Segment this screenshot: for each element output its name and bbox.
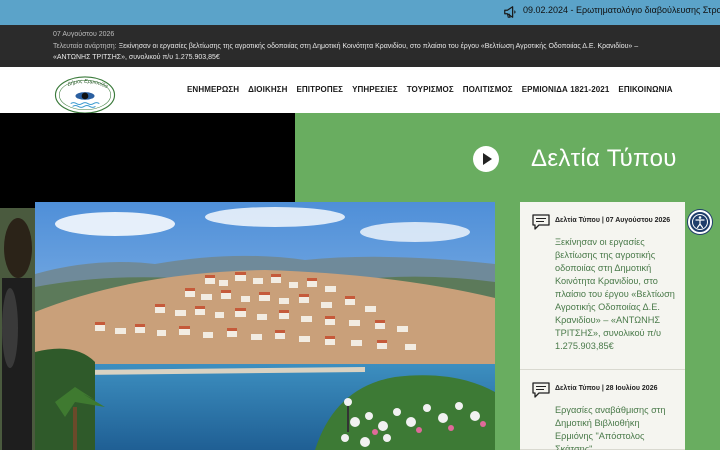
accessibility-icon — [692, 214, 708, 230]
announcement-bar: 09.02.2024 - Ερωτηματολόγιο διαβούλευσης… — [0, 0, 720, 25]
nav-item-dioikisi[interactable]: ΔΙΟΙΚΗΣΗ — [248, 85, 287, 94]
ticker-line: Τελευταία ανάρτηση: Ξεκίνησαν οι εργασίε… — [53, 41, 663, 63]
nav-item-politismos[interactable]: ΠΟΛΙΤΙΣΜΟΣ — [463, 85, 513, 94]
nav-item-tourismos[interactable]: ΤΟΥΡΙΣΜΟΣ — [407, 85, 454, 94]
hero-video-area — [0, 113, 295, 208]
play-icon — [483, 153, 492, 165]
nav-item-epikoinonia[interactable]: ΕΠΙΚΟΙΝΩΝΙΑ — [618, 85, 672, 94]
megaphone-icon — [504, 6, 516, 18]
card-meta: Δελτία Τύπου | 28 Ιουλίου 2026 — [555, 385, 658, 392]
hero-side-image — [0, 208, 35, 450]
press-card[interactable]: Δελτία Τύπου | 28 Ιουλίου 2026 Εργασίες … — [520, 370, 685, 450]
site-header: Δήμος Ερμιονίδας ΕΝΗΜΕΡΩΣΗ ΔΙΟΙΚΗΣΗ ΕΠΙΤ… — [0, 67, 720, 115]
municipality-logo[interactable]: Δήμος Ερμιονίδας — [52, 75, 118, 115]
main-nav: ΕΝΗΜΕΡΩΣΗ ΔΙΟΙΚΗΣΗ ΕΠΙΤΡΟΠΕΣ ΥΠΗΡΕΣΙΕΣ Τ… — [187, 85, 682, 94]
card-title-link[interactable]: Εργασίες αναβάθμισης στη Δημοτική Βιβλιο… — [555, 404, 677, 450]
nav-item-enimerosi[interactable]: ΕΝΗΜΕΡΩΣΗ — [187, 85, 239, 94]
accessibility-button[interactable] — [688, 210, 712, 234]
card-meta: Δελτία Τύπου | 07 Αυγούστου 2026 — [555, 217, 671, 224]
press-card[interactable]: Δελτία Τύπου | 07 Αυγούστου 2026 Ξεκίνησ… — [520, 202, 685, 370]
card-title-link[interactable]: Ξεκίνησαν οι εργασίες βελτίωσης της αγρο… — [555, 236, 677, 353]
nav-item-epitropes[interactable]: ΕΠΙΤΡΟΠΕΣ — [296, 85, 343, 94]
featured-photo[interactable] — [35, 202, 495, 450]
ticker-date: 07 Αυγούστου 2026 — [53, 31, 115, 38]
nav-item-ermionida-1821[interactable]: ΕΡΜΙΟΝΙΔΑ 1821-2021 — [522, 85, 610, 94]
nav-item-ypiresies[interactable]: ΥΠΗΡΕΣΙΕΣ — [352, 85, 398, 94]
play-button[interactable] — [473, 146, 499, 172]
ticker-link[interactable]: Ξεκίνησαν οι εργασίες βελτίωσης της αγρο… — [53, 43, 638, 61]
announcement-link[interactable]: 09.02.2024 - Ερωτηματολόγιο διαβούλευσης… — [523, 5, 720, 15]
page-title: Δελτία Τύπου — [531, 145, 677, 172]
speech-bubble-icon — [532, 382, 550, 398]
speech-bubble-icon — [532, 214, 550, 230]
press-releases-list: Δελτία Τύπου | 07 Αυγούστου 2026 Ξεκίνησ… — [520, 202, 685, 450]
latest-post-ticker: 07 Αυγούστου 2026 Τελευταία ανάρτηση: Ξε… — [0, 25, 720, 67]
ticker-label: Τελευταία ανάρτηση: — [53, 43, 117, 50]
